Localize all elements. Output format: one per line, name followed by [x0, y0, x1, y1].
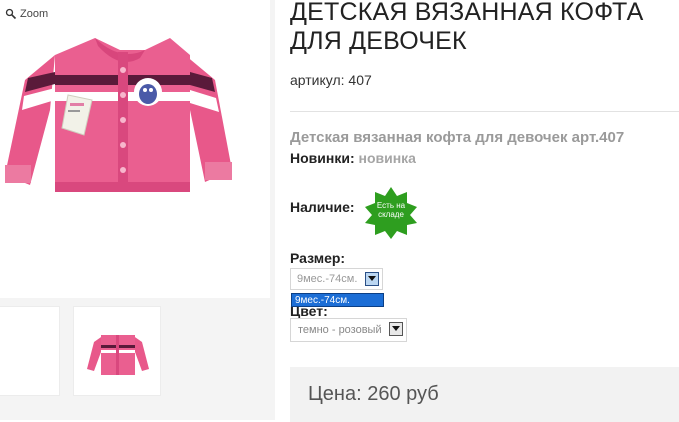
chevron-down-icon[interactable]: [389, 322, 403, 336]
article-number: артикул: 407: [290, 72, 372, 88]
new-label: Новинки:: [290, 150, 355, 166]
thumbnail-2[interactable]: [73, 306, 161, 396]
product-gallery: Zoom: [0, 0, 275, 420]
color-select[interactable]: темно - розовый: [290, 318, 407, 342]
cardigan-image: [5, 38, 232, 192]
in-stock-badge: Есть на складе: [365, 187, 417, 239]
size-label: Размер:: [290, 250, 346, 266]
new-row: Новинки: новинка: [290, 150, 416, 166]
price: Цена: 260 руб: [308, 383, 439, 405]
cardigan-thumbnail-image: [87, 335, 149, 375]
size-selected-value: 9мес.-74см.: [297, 273, 358, 285]
color-selected-value: темно - розовый: [298, 324, 382, 336]
main-product-photo[interactable]: Zoom: [0, 0, 270, 298]
divider: [290, 111, 679, 112]
price-box: Цена: 260 руб: [290, 367, 679, 422]
chevron-down-icon[interactable]: [365, 272, 379, 286]
new-value[interactable]: новинка: [359, 150, 416, 166]
thumbnail-1[interactable]: [0, 306, 60, 396]
size-option-highlighted[interactable]: 9мес.-74см.: [291, 293, 384, 307]
description-title: Детская вязанная кофта для девочек арт.4…: [290, 129, 625, 146]
availability-label: Наличие:: [290, 199, 355, 215]
size-select[interactable]: 9мес.-74см.: [290, 268, 383, 290]
thumbnail-strip: [0, 306, 275, 401]
product-title: Детская вязанная кофта для девочек: [290, 0, 644, 55]
in-stock-text: Есть на складе: [376, 201, 406, 219]
